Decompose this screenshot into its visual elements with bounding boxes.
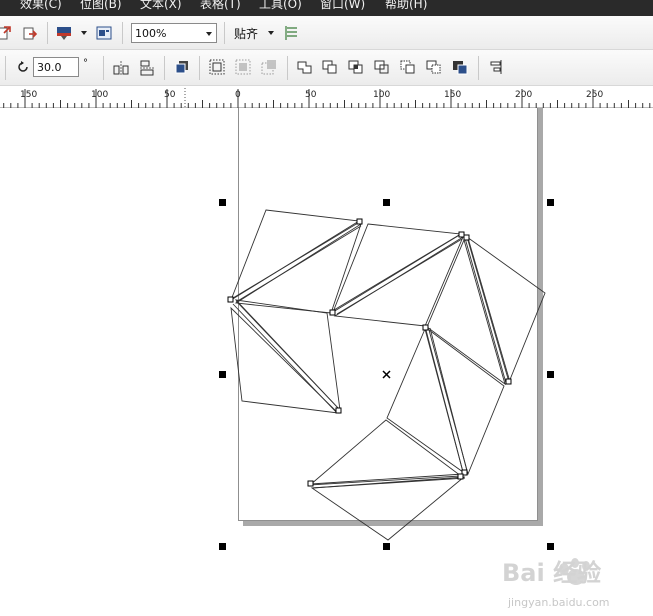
menu-effects[interactable]: 效果(C) — [20, 0, 62, 10]
toolbar-separator — [164, 56, 165, 80]
drawing-canvas[interactable] — [0, 108, 653, 616]
selection-handle-bottom-left[interactable] — [219, 543, 226, 550]
watermark-url: jingyan.baidu.com — [508, 596, 610, 609]
create-boundary-icon[interactable] — [452, 59, 468, 75]
strip-edge — [467, 237, 511, 383]
watermark-logo-text: Bai 经验 — [502, 559, 601, 587]
toolbar-separator — [224, 22, 225, 44]
strip-edge — [429, 327, 468, 472]
property-bar: 30.0 ° — [0, 50, 653, 86]
strip-edge — [311, 477, 466, 489]
node-marker[interactable] — [505, 378, 512, 385]
zoom-level-select[interactable]: 100% — [131, 23, 217, 43]
export-icon[interactable] — [22, 25, 38, 41]
degree-unit: ° — [83, 58, 88, 69]
node-marker[interactable] — [335, 407, 342, 414]
selection-handle-top-right[interactable] — [547, 199, 554, 206]
group-icon[interactable] — [209, 59, 225, 75]
rotation-angle-value: 30.0 — [37, 61, 62, 74]
toolbar-separator — [287, 56, 288, 80]
selection-handle-left[interactable] — [219, 371, 226, 378]
menu-table[interactable]: 表格(T) — [200, 0, 241, 10]
selection-handle-top[interactable] — [383, 199, 390, 206]
ruler-label: 0 — [235, 90, 241, 100]
menu-text[interactable]: 文本(X) — [140, 0, 182, 10]
selection-handle-right[interactable] — [547, 371, 554, 378]
intersect-icon[interactable] — [348, 59, 364, 75]
menu-bar: 效果(C) 位图(B) 文本(X) 表格(T) 工具(O) 窗口(W) 帮助(H… — [0, 0, 653, 16]
horizontal-ruler[interactable]: 150 100 50 0 50 100 150 200 250 — [0, 86, 653, 108]
triangle-shape[interactable] — [386, 327, 464, 474]
ruler-label: 50 — [164, 90, 176, 100]
weld-icon[interactable] — [297, 59, 313, 75]
strip-edge — [336, 238, 463, 315]
triangle-shape[interactable] — [466, 235, 546, 384]
node-marker[interactable] — [457, 473, 464, 480]
application-launcher-icon[interactable] — [56, 25, 72, 41]
snap-options-icon[interactable] — [284, 25, 300, 41]
ruler-label: 150 — [20, 90, 37, 100]
strip-edge — [232, 222, 359, 299]
menu-tools[interactable]: 工具(O) — [259, 0, 302, 10]
node-marker[interactable] — [463, 234, 470, 241]
mirror-vertical-icon[interactable] — [139, 60, 155, 76]
strip-edge — [236, 301, 341, 411]
node-marker[interactable] — [307, 480, 314, 487]
toolbar-separator — [122, 22, 123, 44]
menu-bitmaps[interactable]: 位图(B) — [80, 0, 122, 10]
node-marker[interactable] — [458, 231, 465, 238]
standard-toolbar: 100% 贴齐 — [0, 16, 653, 50]
ungroup-all-icon[interactable] — [261, 59, 277, 75]
simplify-icon[interactable] — [374, 59, 390, 75]
strip-edge — [333, 234, 460, 311]
to-front-icon[interactable] — [174, 59, 190, 75]
node-marker[interactable] — [227, 296, 234, 303]
ruler-label: 150 — [444, 90, 461, 100]
ungroup-icon[interactable] — [235, 59, 251, 75]
ruler-label: 100 — [373, 90, 390, 100]
coreldraw-window: 效果(C) 位图(B) 文本(X) 表格(T) 工具(O) 窗口(W) 帮助(H… — [0, 0, 653, 616]
back-minus-front-icon[interactable] — [426, 59, 442, 75]
toolbar-separator — [199, 56, 200, 80]
rotation-angle-input[interactable]: 30.0 — [33, 57, 79, 77]
ruler-label: 200 — [515, 90, 532, 100]
rotate-icon — [18, 61, 28, 72]
node-marker[interactable] — [422, 324, 429, 331]
mirror-horizontal-icon[interactable] — [113, 60, 129, 76]
chevron-down-icon — [206, 32, 212, 36]
selected-drawing[interactable] — [0, 108, 653, 616]
selection-handle-bottom[interactable] — [383, 543, 390, 550]
ruler-ticks: 150 100 50 0 50 100 150 200 250 — [3, 88, 651, 108]
toolbar-separator — [47, 22, 48, 44]
snap-to-label[interactable]: 贴齐 — [234, 25, 258, 42]
menu-window[interactable]: 窗口(W) — [320, 0, 365, 10]
toolbar-separator — [5, 56, 6, 80]
rotation-center-icon[interactable] — [382, 370, 391, 379]
launcher-dropdown-arrow[interactable] — [81, 31, 87, 35]
triangle-shape[interactable] — [428, 328, 505, 476]
import-icon[interactable] — [0, 25, 12, 41]
snap-dropdown-arrow[interactable] — [268, 31, 274, 35]
ruler-label: 250 — [586, 90, 603, 100]
ruler-label: 100 — [91, 90, 108, 100]
node-marker[interactable] — [329, 309, 336, 316]
toolbar-separator — [478, 56, 479, 80]
front-minus-back-icon[interactable] — [400, 59, 416, 75]
menu-help[interactable]: 帮助(H) — [385, 0, 427, 10]
ruler-label: 50 — [305, 90, 317, 100]
welcome-screen-icon[interactable] — [96, 25, 112, 41]
node-marker[interactable] — [356, 218, 363, 225]
trim-icon[interactable] — [322, 59, 338, 75]
selection-handle-top-left[interactable] — [219, 199, 226, 206]
strip-edge — [235, 225, 362, 303]
toolbar-separator — [103, 56, 104, 80]
zoom-level-value: 100% — [135, 27, 167, 40]
strip-edge — [232, 303, 337, 413]
align-distribute-icon[interactable] — [488, 59, 504, 75]
